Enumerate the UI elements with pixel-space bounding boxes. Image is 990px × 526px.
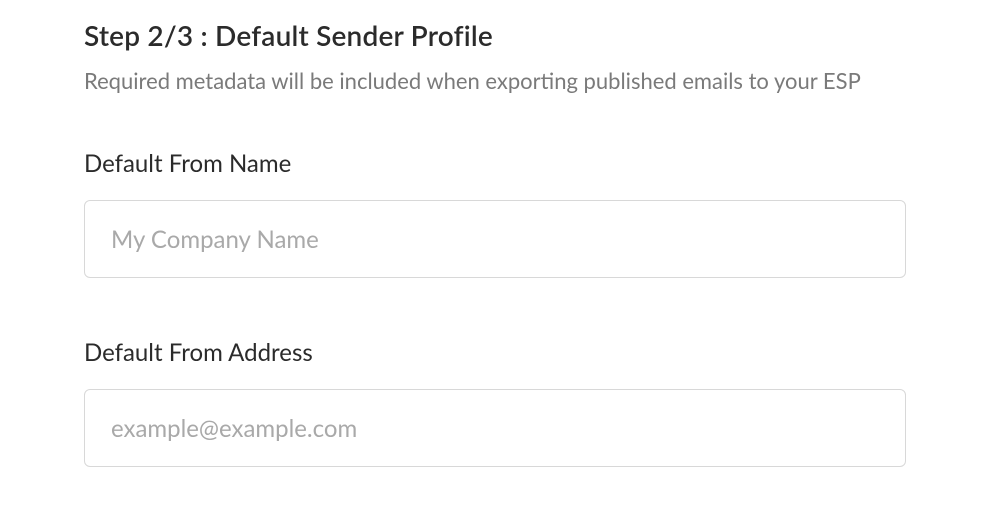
form-group-from-name: Default From Name (84, 149, 906, 278)
from-name-label: Default From Name (84, 149, 906, 178)
step-subtitle: Required metadata will be included when … (84, 62, 884, 99)
from-address-label: Default From Address (84, 338, 906, 367)
step-title: Step 2/3 : Default Sender Profile (84, 18, 906, 52)
from-address-input[interactable] (84, 389, 906, 467)
from-name-input[interactable] (84, 200, 906, 278)
form-group-from-address: Default From Address (84, 338, 906, 467)
